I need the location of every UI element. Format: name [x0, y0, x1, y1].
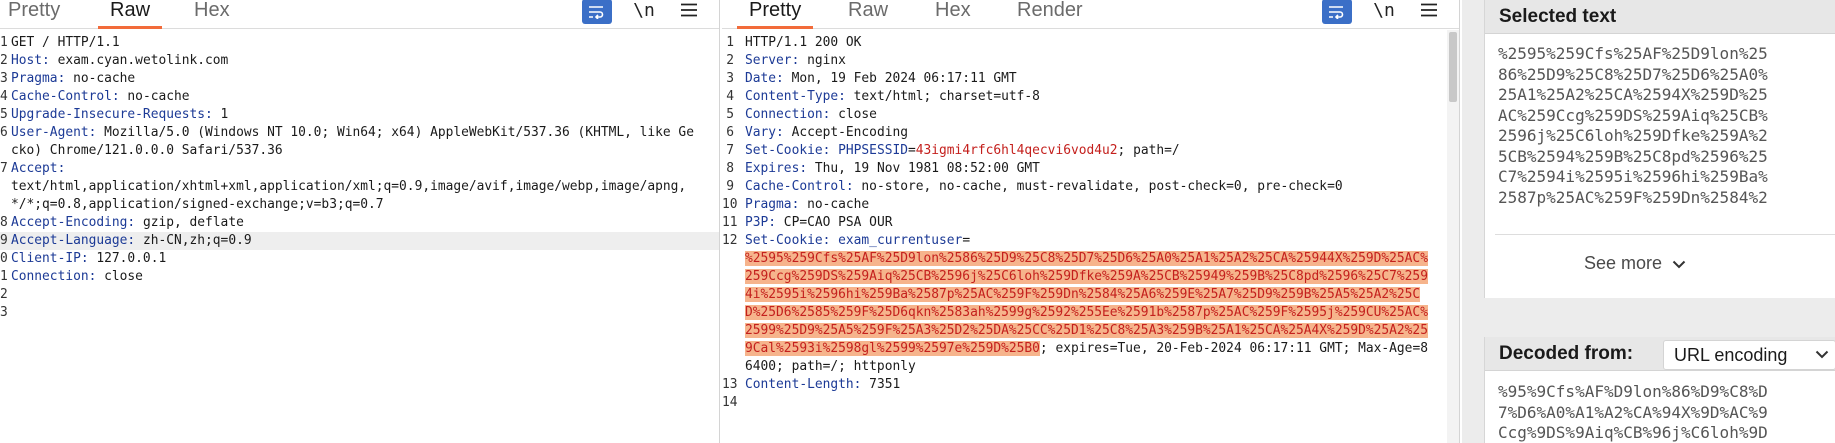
selected-text-header[interactable]: Selected text	[1485, 0, 1835, 34]
request-tab-hex[interactable]: Hex	[194, 0, 230, 24]
request-tab-raw[interactable]: Raw	[97, 0, 163, 29]
newline-icon: \n	[633, 0, 655, 21]
chevron-down-icon	[1672, 260, 1686, 269]
word-wrap-toggle[interactable]	[1322, 0, 1352, 24]
response-editor[interactable]: 1 HTTP/1.1 200 OK 2 Server: nginx 3 Date: M…	[722, 34, 1459, 412]
decoded-from-header: Decoded from: URL encoding	[1485, 337, 1835, 371]
response-tab-raw[interactable]: Raw	[848, 0, 888, 24]
selected-text-section: Selected text %2595%259Cfs%25AF%25D9lon%…	[1484, 0, 1835, 298]
decoded-from-section: Decoded from: URL encoding %95%9Cfs%AF%D…	[1484, 337, 1835, 443]
wrap-lines-icon	[589, 5, 604, 19]
menu-button[interactable]	[678, 0, 700, 24]
request-tab-pretty[interactable]: Pretty	[8, 0, 60, 24]
current-line: 9 Accept-Language: zh-CN,zh;q=0.9	[0, 232, 719, 250]
response-tab-pretty[interactable]: Pretty	[736, 0, 814, 29]
request-tab-bar: Pretty Raw Hex \n	[0, 0, 719, 29]
selected-text-title: Selected text	[1499, 6, 1617, 27]
response-pane: Pretty Raw Hex Render \n 1 HTTP/1.1 200 O…	[722, 0, 1460, 443]
scrollbar-thumb[interactable]	[1449, 32, 1457, 102]
wrap-lines-icon	[1329, 5, 1344, 19]
hamburger-menu-icon	[681, 3, 697, 17]
selected-text-content[interactable]: %2595%259Cfs%25AF%25D9lon%25 86%25D9%25C8…	[1498, 44, 1835, 226]
see-more-button[interactable]: See more	[1485, 253, 1785, 274]
response-scrollbar[interactable]	[1447, 30, 1459, 443]
newline-icon: \n	[1373, 0, 1395, 21]
request-editor[interactable]: 1 GET / HTTP/1.1 2 Host: exam.cyan.wetolin…	[0, 34, 719, 322]
decoded-text-content[interactable]: %95%9Cfs%AF%D9lon%86%D9%C8%D 7%D6%A0%A1%A…	[1498, 382, 1835, 443]
show-newlines-toggle[interactable]: \n	[1372, 0, 1396, 24]
response-tab-bar: Pretty Raw Hex Render \n	[722, 0, 1459, 29]
inspector-panel: Selected text %2595%259Cfs%25AF%25D9lon%…	[1462, 0, 1835, 443]
response-tab-render[interactable]: Render	[1017, 0, 1083, 24]
chevron-down-icon	[1815, 350, 1829, 359]
word-wrap-toggle[interactable]	[582, 0, 612, 24]
hamburger-menu-icon	[1421, 3, 1437, 17]
divider	[1495, 234, 1835, 235]
decoded-from-title: Decoded from:	[1499, 343, 1634, 364]
request-pane: Pretty Raw Hex \n 1 GET / HTTP/1.1 2 Host:…	[0, 0, 720, 443]
response-tab-hex[interactable]: Hex	[935, 0, 971, 24]
menu-button[interactable]	[1418, 0, 1440, 24]
show-newlines-toggle[interactable]: \n	[632, 0, 656, 24]
decoding-select[interactable]: URL encoding	[1663, 340, 1835, 370]
